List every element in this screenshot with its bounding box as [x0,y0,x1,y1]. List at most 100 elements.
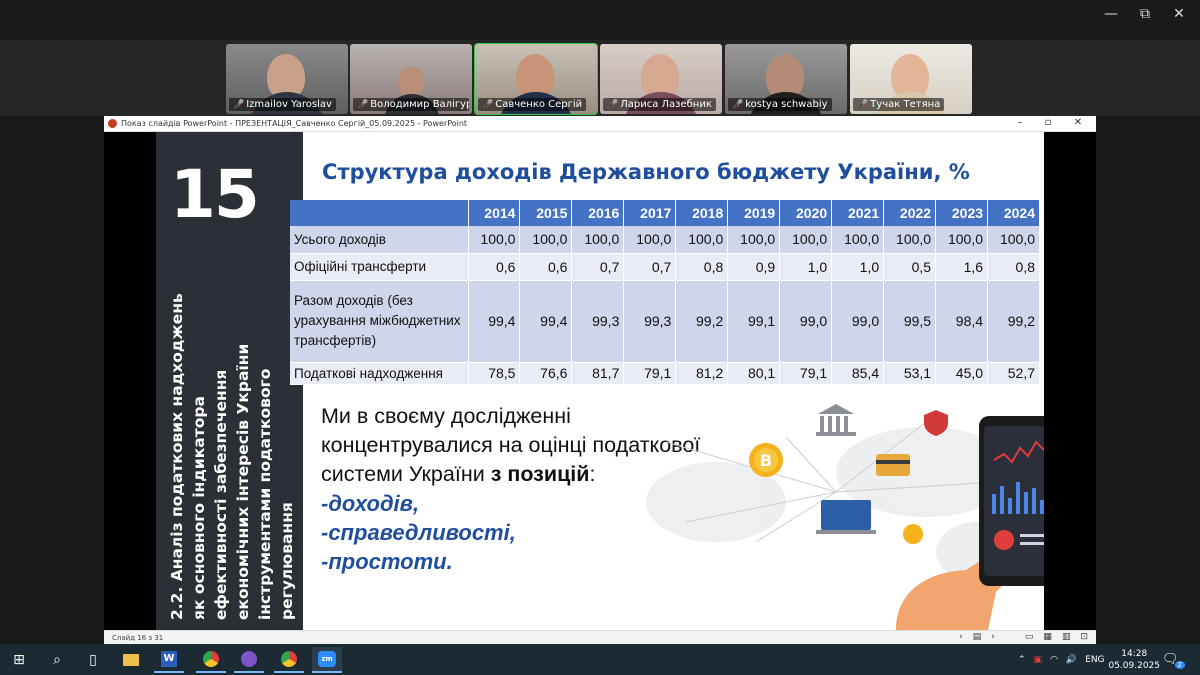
ppt-restore-button[interactable]: ▫ [1038,117,1058,128]
zoom-icon[interactable]: zm [312,647,342,673]
table-cell: 100,0 [987,226,1040,254]
table-cell: 52,7 [987,362,1040,385]
participant-tile-active-speaker[interactable]: 🎤̸ Савченко Сергій [474,43,598,115]
table-cell: 100,0 [623,226,677,254]
table-row: Разом доходів (без урахування міжбюджетн… [290,280,1040,363]
ppt-minimize-button[interactable]: – [1010,117,1030,128]
minimize-button[interactable]: — [1096,6,1126,22]
column-header: 2023 [935,200,989,226]
mic-off-icon: 🎤̸ [357,100,369,110]
column-header: 2014 [468,200,521,226]
word-icon[interactable]: W [154,647,184,673]
mic-off-icon: 🎤̸ [482,100,494,110]
notification-badge: 2 [1174,660,1185,669]
clock-time: 14:28 [1121,649,1148,659]
table-cell: 100,0 [519,226,573,254]
wifi-icon[interactable]: ◠ [1050,655,1058,665]
volume-icon[interactable]: 🔊 [1066,655,1077,665]
restore-button[interactable]: ⧉ [1130,6,1160,22]
normal-view-icon[interactable]: ▭ [1025,632,1034,642]
table-cell: 100,0 [935,226,989,254]
table-row: Усього доходів 100,0 100,0 100,0 100,0 100,0 1… [290,226,1040,254]
table-row: Податкові надходження 78,5 76,6 81,7 79,1 81,… [290,362,1040,385]
participant-tile[interactable]: 🎤̸ Лариса Лазебник [600,44,722,114]
revenue-structure-table: 2014 2015 2016 2017 2018 2019 2020 2021 … [290,200,1040,385]
table-cell: 99,4 [519,280,573,363]
table-cell: 79,1 [779,362,833,385]
viber-icon[interactable] [234,647,264,673]
table-cell: 98,4 [935,280,989,363]
ppt-window-title: Показ слайдів PowerPoint - ПРЕЗЕНТАЦІЯ_С… [121,119,468,128]
slide-side-panel: 15 2.2. Аналіз податкових надходжень як … [156,132,303,630]
table-row: Офіційні трансферти 0,6 0,6 0,7 0,7 0,8 0,9 1,0… [290,253,1040,281]
row-label: Офіційні трансферти [290,253,469,281]
column-header: 2021 [831,200,885,226]
security-tray-icon[interactable]: ▣ [1034,655,1043,665]
ppt-close-button[interactable]: ✕ [1068,117,1088,128]
mic-off-icon: 🎤̸ [233,100,245,110]
table-cell: 0,6 [468,253,521,281]
participant-tile[interactable]: 🎤̸ kostya schwabiy [725,44,847,114]
table-cell: 99,3 [623,280,677,363]
show-hidden-icons-icon[interactable]: ⌃ [1018,655,1026,665]
notification-center-icon[interactable]: 🗨 2 [1162,644,1185,675]
table-cell: 0,7 [623,253,677,281]
table-cell: 79,1 [623,362,677,385]
table-cell: 1,0 [831,253,885,281]
table-cell: 100,0 [571,226,625,254]
search-icon[interactable]: ⌕ [42,647,72,673]
participant-name: kostya schwabiy [745,99,828,110]
participant-name: Лариса Лазебник [620,99,712,110]
laptop-icon [821,500,871,530]
file-explorer-icon[interactable] [116,647,146,673]
participant-tile[interactable]: 🎤̸ Тучак Тетяна [850,44,972,114]
table-cell: 0,9 [727,253,781,281]
table-cell: 0,8 [987,253,1040,281]
close-button[interactable]: ✕ [1164,6,1194,22]
table-cell: 99,0 [779,280,833,363]
table-cell: 100,0 [727,226,781,254]
mic-off-icon: 🎤̸ [732,100,744,110]
table-cell: 0,5 [883,253,937,281]
participant-gallery: 🎤̸ Izmailov Yaroslav 🎤̸ Володимир Валігура… [0,40,1200,116]
task-view-icon[interactable]: ▯ [78,647,108,673]
credit-card-icon [876,454,910,476]
zoom-top-bar: — ⧉ ✕ [0,0,1200,40]
slide[interactable]: 15 2.2. Аналіз податкових надходжень як … [156,132,1044,630]
slide-menu-icon[interactable]: ▤ [973,632,982,642]
column-header: 2022 [883,200,937,226]
previous-slide-icon[interactable]: ‹ [959,632,963,642]
column-header: 2017 [623,200,677,226]
chrome-icon[interactable] [196,647,226,673]
powerpoint-window: Показ слайдів PowerPoint - ПРЕЗЕНТАЦІЯ_С… [104,116,1096,644]
clock[interactable]: 14:28 05.09.2025 [1108,648,1160,672]
reading-view-icon[interactable]: ▥ [1062,632,1071,642]
slide-counter: Слайд 16 з 31 [112,633,164,642]
participant-tile[interactable]: 🎤̸ Izmailov Yaroslav [226,44,348,114]
table-cell: 81,2 [675,362,729,385]
language-indicator[interactable]: ENG [1085,655,1104,665]
mic-off-icon: 🎤̸ [857,100,869,110]
slide-area: 15 2.2. Аналіз податкових надходжень як … [104,132,1096,630]
slideshow-icon[interactable]: ⊡ [1080,632,1088,642]
bank-icon [816,404,856,436]
windows-taskbar: ⊞ ⌕ ▯ W zm ⌃ ▣ ◠ 🔊 ENG 14:28 05.09.2025 … [0,644,1200,675]
column-header: 2018 [675,200,729,226]
slide-section-heading: 2.2. Аналіз податкових надходжень як осн… [168,293,296,620]
table-cell: 0,8 [675,253,729,281]
table-cell: 53,1 [883,362,937,385]
mic-off-icon: 🎤̸ [607,100,619,110]
body-bold: з позицій [490,462,590,486]
table-cell: 99,2 [987,280,1040,363]
table-cell: 100,0 [468,226,521,254]
column-header: 2019 [727,200,781,226]
table-cell: 45,0 [935,362,989,385]
chrome-icon[interactable] [274,647,304,673]
table-cell: 1,6 [935,253,989,281]
slide-sorter-icon[interactable]: ▦ [1043,632,1052,642]
table-cell: 99,2 [675,280,729,363]
next-slide-icon[interactable]: › [991,632,995,642]
participant-tile[interactable]: 🎤̸ Володимир Валігура [350,44,472,114]
windows-start-icon[interactable]: ⊞ [4,647,34,673]
slide-number: 15 [170,156,260,233]
